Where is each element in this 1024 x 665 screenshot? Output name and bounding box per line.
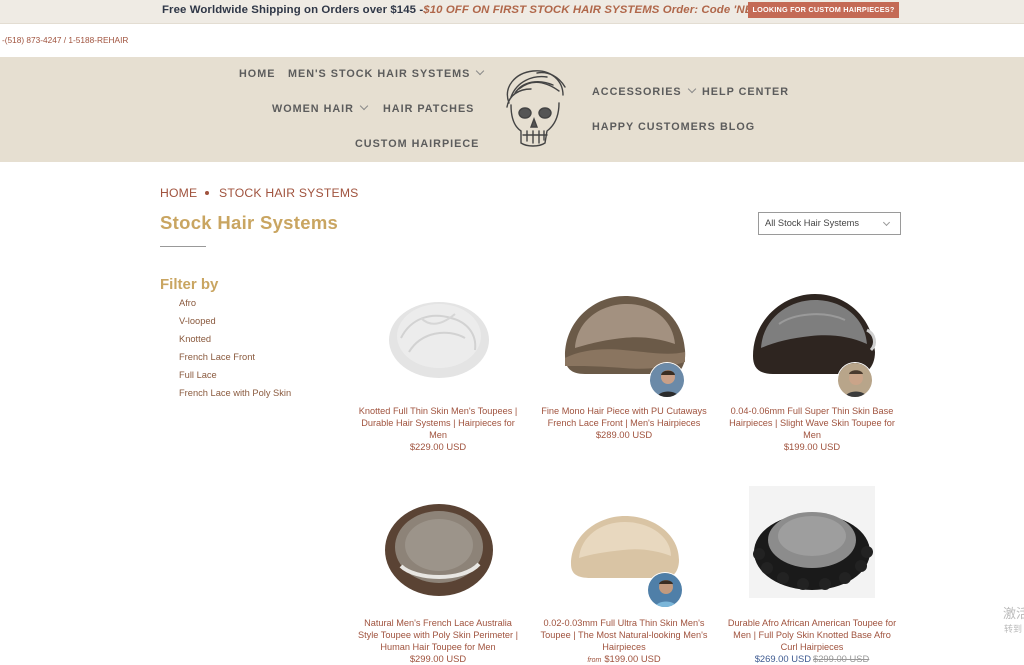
customer-avatar — [837, 362, 873, 398]
product-price: $269.00 USD $299.00 USD — [727, 653, 897, 664]
activation-overlay-line2: 转到 — [1004, 624, 1023, 634]
breadcrumb-home[interactable]: HOME — [160, 186, 197, 200]
page-title: Stock Hair Systems — [160, 212, 339, 233]
sale-price: $269.00 USD — [754, 653, 811, 664]
nav-home[interactable]: HOME — [239, 68, 275, 80]
nav-happy-customers[interactable]: HAPPY CUSTOMERS — [592, 121, 716, 133]
product-price: from $199.00 USD — [539, 653, 709, 664]
product-card[interactable]: 0.02-0.03mm Full Ultra Thin Skin Men's T… — [539, 490, 709, 665]
collection-select[interactable]: All Stock Hair Systems — [758, 212, 901, 235]
product-card[interactable]: Knotted Full Thin Skin Men's Toupees | D… — [353, 280, 523, 460]
nav-women-hair-label: WOMEN HAIR — [272, 103, 354, 115]
nav-accessories[interactable]: ACCESSORIES — [592, 84, 696, 98]
activation-overlay-line1: 激活 — [1003, 606, 1024, 621]
product-price: $229.00 USD — [409, 441, 467, 452]
custom-hairpieces-button[interactable]: LOOKING FOR CUSTOM HAIRPIECES? — [748, 2, 899, 18]
filter-item-knotted[interactable]: Knotted — [179, 334, 211, 344]
nav-mens-stock-hair-systems[interactable]: MEN'S STOCK HAIR SYSTEMS — [288, 66, 485, 80]
contact-bar — [0, 24, 1024, 57]
filter-item-v-looped[interactable]: V-looped — [179, 316, 216, 326]
customer-avatar — [649, 362, 685, 398]
product-price: $199.00 USD — [783, 441, 841, 452]
product-name[interactable]: 0.02-0.03mm Full Ultra Thin Skin Men's T… — [539, 617, 709, 654]
nav-custom-hairpiece-label: CUSTOM HAIRPIECE — [355, 138, 480, 150]
product-image[interactable] — [383, 500, 495, 600]
price-value: $199.00 USD — [604, 653, 661, 664]
breadcrumb-current: STOCK HAIR SYSTEMS — [219, 186, 359, 200]
nav-help-center-label: HELP CENTER — [702, 86, 789, 98]
skull-logo-icon[interactable] — [497, 67, 569, 151]
announcement-text: Free Worldwide Shipping on Orders over $… — [162, 4, 808, 16]
customer-avatar — [647, 572, 683, 608]
filter-title: Filter by — [160, 276, 219, 293]
product-name[interactable]: 0.04-0.06mm Full Super Thin Skin Base Ha… — [727, 405, 897, 442]
product-card[interactable]: Durable Afro African American Toupee for… — [727, 486, 897, 665]
product-image[interactable] — [381, 288, 497, 388]
filter-item-full-lace[interactable]: Full Lace — [179, 370, 217, 380]
collection-select-value: All Stock Hair Systems — [765, 218, 860, 228]
chevron-down-icon — [882, 218, 891, 227]
product-name[interactable]: Knotted Full Thin Skin Men's Toupees | D… — [353, 405, 523, 442]
nav-hair-patches-label: HAIR PATCHES — [383, 103, 475, 115]
nav-blog-label: BLOG — [720, 121, 756, 133]
nav-custom-hairpiece[interactable]: CUSTOM HAIRPIECE — [355, 138, 479, 150]
nav-home-label: HOME — [239, 68, 276, 80]
product-price: $299.00 USD — [409, 653, 467, 664]
product-image[interactable] — [749, 494, 875, 594]
nav-blog[interactable]: BLOG — [720, 121, 755, 133]
product-card[interactable]: Fine Mono Hair Piece with PU Cutaways Fr… — [539, 280, 709, 460]
product-card[interactable]: Natural Men's French Lace Australia Styl… — [353, 490, 523, 665]
filter-item-afro[interactable]: Afro — [179, 298, 196, 308]
product-card[interactable]: 0.04-0.06mm Full Super Thin Skin Base Ha… — [727, 280, 897, 460]
announcement-bar: Free Worldwide Shipping on Orders over $… — [0, 0, 1024, 24]
nav-women-hair[interactable]: WOMEN HAIR — [272, 101, 369, 115]
title-divider — [160, 246, 206, 247]
product-name[interactable]: Fine Mono Hair Piece with PU Cutaways Fr… — [539, 405, 709, 429]
chevron-down-icon — [687, 84, 696, 94]
nav-help-center[interactable]: HELP CENTER — [702, 86, 789, 98]
product-price: $289.00 USD — [595, 429, 653, 440]
product-name[interactable]: Durable Afro African American Toupee for… — [727, 617, 897, 654]
filter-item-french-lace-poly-skin[interactable]: French Lace with Poly Skin — [179, 388, 291, 398]
phone-link[interactable]: -(518) 873-4247 / 1-5188-REHAIR — [2, 35, 128, 45]
nav-hair-patches[interactable]: HAIR PATCHES — [383, 103, 474, 115]
breadcrumb-separator — [205, 191, 209, 195]
compare-price: $299.00 USD — [813, 653, 870, 664]
chevron-down-icon — [359, 101, 369, 111]
filter-item-french-lace-front[interactable]: French Lace Front — [179, 352, 255, 362]
nav-accessories-label: ACCESSORIES — [592, 86, 682, 98]
nav-mens-stock-label: MEN'S STOCK HAIR SYSTEMS — [288, 68, 471, 80]
nav-happy-customers-label: HAPPY CUSTOMERS — [592, 121, 716, 133]
chevron-down-icon — [476, 66, 485, 76]
price-prefix: from — [587, 657, 602, 664]
product-name[interactable]: Natural Men's French Lace Australia Styl… — [353, 617, 523, 654]
